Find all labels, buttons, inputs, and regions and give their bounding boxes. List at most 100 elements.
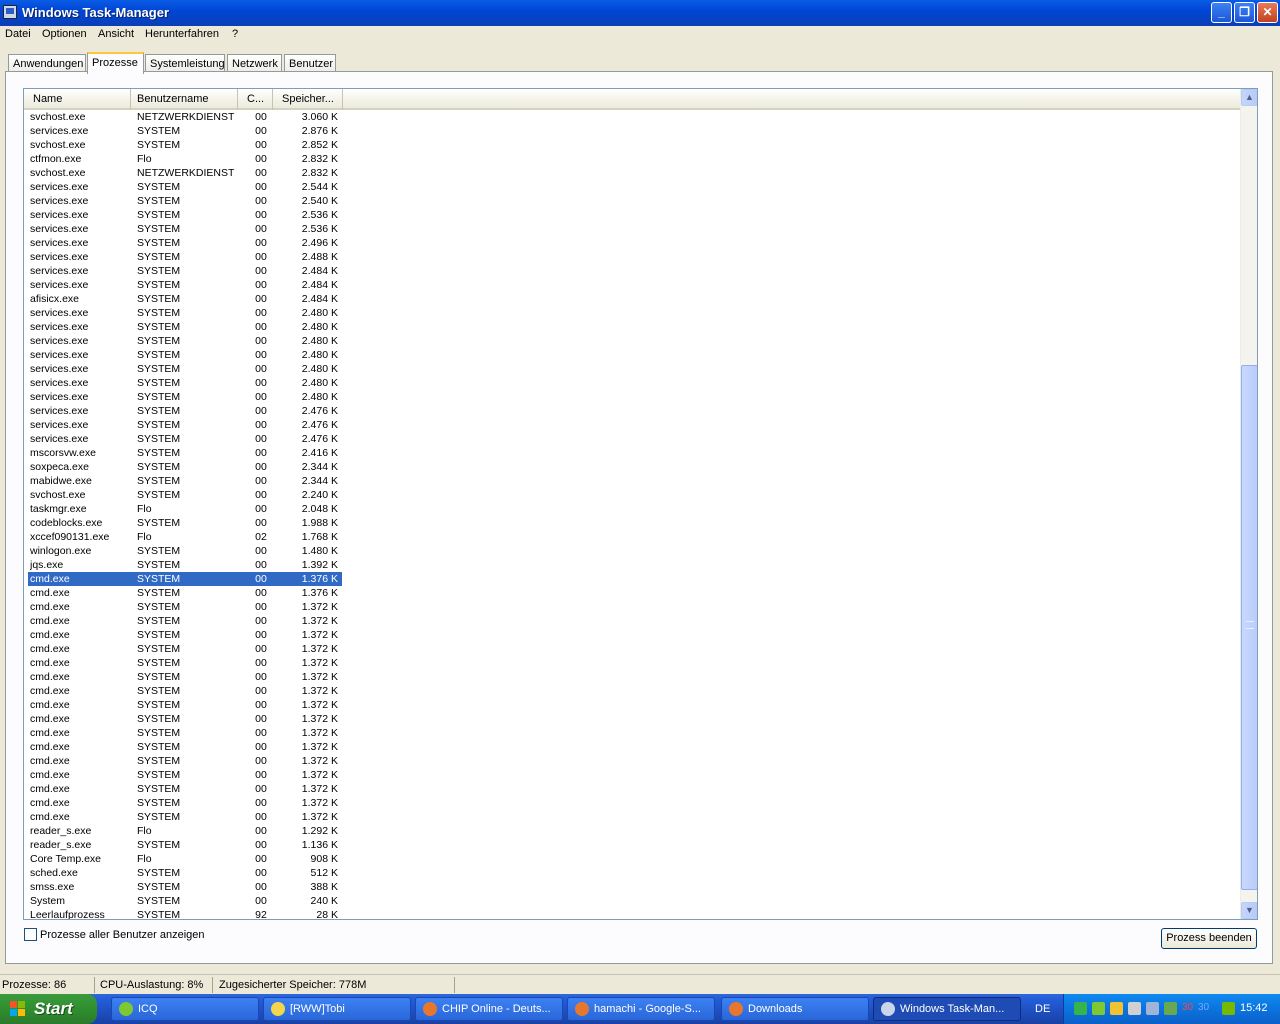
table-row[interactable]: services.exe SYSTEM 00 2.496 K (28, 236, 342, 250)
table-row[interactable]: cmd.exe SYSTEM 00 1.372 K (28, 810, 342, 824)
column-header-memory[interactable]: Speicher... (273, 89, 343, 110)
table-row[interactable]: services.exe SYSTEM 00 2.480 K (28, 376, 342, 390)
table-row[interactable]: cmd.exe SYSTEM 00 1.372 K (28, 656, 342, 670)
table-row[interactable]: services.exe SYSTEM 00 2.480 K (28, 348, 342, 362)
table-row[interactable]: mscorsvw.exe SYSTEM 00 2.416 K (28, 446, 342, 460)
table-row[interactable]: winlogon.exe SYSTEM 00 1.480 K (28, 544, 342, 558)
taskbar-button[interactable]: [RWW]Tobi (263, 997, 411, 1021)
table-row[interactable]: cmd.exe SYSTEM 00 1.372 K (28, 698, 342, 712)
cpu-monitor-icon[interactable] (1074, 1002, 1087, 1015)
table-row[interactable]: codeblocks.exe SYSTEM 00 1.988 K (28, 516, 342, 530)
minimize-button[interactable]: _ (1211, 2, 1232, 23)
table-row[interactable]: services.exe SYSTEM 00 2.476 K (28, 418, 342, 432)
process-list[interactable]: Name Benutzername C... Speicher... svcho… (23, 88, 1258, 920)
scroll-thumb[interactable] (1241, 365, 1257, 890)
table-row[interactable]: services.exe SYSTEM 00 2.480 K (28, 362, 342, 376)
table-row[interactable]: services.exe SYSTEM 00 2.876 K (28, 124, 342, 138)
taskbar-button[interactable]: Windows Task-Man... (873, 997, 1021, 1021)
menu-help[interactable]: ? (232, 28, 238, 40)
table-row[interactable]: services.exe SYSTEM 00 2.544 K (28, 180, 342, 194)
table-row[interactable]: sched.exe SYSTEM 00 512 K (28, 866, 342, 880)
table-row[interactable]: services.exe SYSTEM 00 2.536 K (28, 222, 342, 236)
table-row[interactable]: cmd.exe SYSTEM 00 1.372 K (28, 642, 342, 656)
table-row[interactable]: cmd.exe SYSTEM 00 1.376 K (28, 572, 342, 586)
table-row[interactable]: cmd.exe SYSTEM 00 1.372 K (28, 614, 342, 628)
title-bar[interactable]: Windows Task-Manager _ ❐ ✕ (0, 0, 1280, 26)
show-all-users-checkbox[interactable] (24, 928, 37, 941)
table-row[interactable]: cmd.exe SYSTEM 00 1.372 K (28, 670, 342, 684)
network-icon[interactable] (1146, 1002, 1159, 1015)
close-button[interactable]: ✕ (1257, 2, 1278, 23)
process-user: NETZWERKDIENST (137, 167, 235, 179)
table-row[interactable]: xccef090131.exe Flo 02 1.768 K (28, 530, 342, 544)
table-row[interactable]: System SYSTEM 00 240 K (28, 894, 342, 908)
show-all-users-label[interactable]: Prozesse aller Benutzer anzeigen (40, 929, 204, 941)
taskbar-button[interactable]: hamachi - Google-S... (567, 997, 715, 1021)
table-row[interactable]: afisicx.exe SYSTEM 00 2.484 K (28, 292, 342, 306)
table-row[interactable]: Core Temp.exe Flo 00 908 K (28, 852, 342, 866)
vertical-scrollbar[interactable]: ▲ ▼ (1240, 89, 1257, 919)
table-row[interactable]: services.exe SYSTEM 00 2.480 K (28, 390, 342, 404)
table-row[interactable]: jqs.exe SYSTEM 00 1.392 K (28, 558, 342, 572)
table-row[interactable]: cmd.exe SYSTEM 00 1.372 K (28, 684, 342, 698)
column-header-name[interactable]: Name (24, 89, 131, 110)
table-row[interactable]: services.exe SYSTEM 00 2.484 K (28, 264, 342, 278)
table-row[interactable]: reader_s.exe Flo 00 1.292 K (28, 824, 342, 838)
process-cpu: 00 (255, 685, 267, 697)
taskbar-button[interactable]: ICQ (111, 997, 259, 1021)
table-row[interactable]: cmd.exe SYSTEM 00 1.372 K (28, 796, 342, 810)
table-row[interactable]: svchost.exe NETZWERKDIENST 00 2.832 K (28, 166, 342, 180)
table-row[interactable]: svchost.exe SYSTEM 00 2.852 K (28, 138, 342, 152)
table-row[interactable]: cmd.exe SYSTEM 00 1.372 K (28, 600, 342, 614)
table-row[interactable]: svchost.exe SYSTEM 00 2.240 K (28, 488, 342, 502)
cpu-temp-reading[interactable]: 30 (1182, 1002, 1193, 1013)
table-row[interactable]: cmd.exe SYSTEM 00 1.372 K (28, 782, 342, 796)
menu-ansicht[interactable]: Ansicht (98, 28, 134, 40)
shield-icon[interactable] (1110, 1002, 1123, 1015)
gpu-temp-reading[interactable]: 30 (1198, 1002, 1209, 1013)
table-row[interactable]: cmd.exe SYSTEM 00 1.376 K (28, 586, 342, 600)
table-row[interactable]: services.exe SYSTEM 00 2.480 K (28, 306, 342, 320)
table-row[interactable]: taskmgr.exe Flo 00 2.048 K (28, 502, 342, 516)
taskbar-button[interactable]: Downloads (721, 997, 869, 1021)
table-row[interactable]: services.exe SYSTEM 00 2.476 K (28, 432, 342, 446)
table-row[interactable]: services.exe SYSTEM 00 2.540 K (28, 194, 342, 208)
column-header-cpu[interactable]: C... (238, 89, 273, 110)
tab-prozesse[interactable]: Prozesse (87, 52, 144, 74)
taskbar-button[interactable]: CHIP Online - Deuts... (415, 997, 563, 1021)
table-row[interactable]: cmd.exe SYSTEM 00 1.372 K (28, 740, 342, 754)
scroll-down-button[interactable]: ▼ (1241, 902, 1257, 919)
maximize-button[interactable]: ❐ (1234, 2, 1255, 23)
column-header-username[interactable]: Benutzername (131, 89, 238, 110)
table-row[interactable]: mabidwe.exe SYSTEM 00 2.344 K (28, 474, 342, 488)
start-button[interactable]: Start (0, 994, 97, 1024)
table-row[interactable]: services.exe SYSTEM 00 2.480 K (28, 334, 342, 348)
clock[interactable]: 15:42 (1240, 1002, 1268, 1014)
table-row[interactable]: cmd.exe SYSTEM 00 1.372 K (28, 754, 342, 768)
table-row[interactable]: smss.exe SYSTEM 00 388 K (28, 880, 342, 894)
table-row[interactable]: ctfmon.exe Flo 00 2.832 K (28, 152, 342, 166)
table-row[interactable]: services.exe SYSTEM 00 2.476 K (28, 404, 342, 418)
table-row[interactable]: svchost.exe NETZWERKDIENST 00 3.060 K (28, 110, 342, 124)
table-row[interactable]: soxpeca.exe SYSTEM 00 2.344 K (28, 460, 342, 474)
volume-icon[interactable] (1128, 1002, 1141, 1015)
table-row[interactable]: cmd.exe SYSTEM 00 1.372 K (28, 726, 342, 740)
table-row[interactable]: services.exe SYSTEM 00 2.484 K (28, 278, 342, 292)
icq-tray-icon[interactable] (1092, 1002, 1105, 1015)
table-row[interactable]: services.exe SYSTEM 00 2.480 K (28, 320, 342, 334)
menu-herunterfahren[interactable]: Herunterfahren (145, 28, 219, 40)
table-row[interactable]: services.exe SYSTEM 00 2.488 K (28, 250, 342, 264)
table-row[interactable]: cmd.exe SYSTEM 00 1.372 K (28, 628, 342, 642)
hamachi-icon[interactable] (1164, 1002, 1177, 1015)
language-indicator[interactable]: DE (1035, 1003, 1050, 1015)
end-process-button[interactable]: Prozess beenden (1161, 928, 1257, 949)
table-row[interactable]: cmd.exe SYSTEM 00 1.372 K (28, 712, 342, 726)
scroll-up-button[interactable]: ▲ (1241, 89, 1257, 106)
nvidia-icon[interactable] (1222, 1002, 1235, 1015)
menu-optionen[interactable]: Optionen (42, 28, 87, 40)
table-row[interactable]: services.exe SYSTEM 00 2.536 K (28, 208, 342, 222)
menu-datei[interactable]: Datei (5, 28, 31, 40)
table-row[interactable]: Leerlaufprozess SYSTEM 92 28 K (28, 908, 342, 919)
table-row[interactable]: cmd.exe SYSTEM 00 1.372 K (28, 768, 342, 782)
table-row[interactable]: reader_s.exe SYSTEM 00 1.136 K (28, 838, 342, 852)
